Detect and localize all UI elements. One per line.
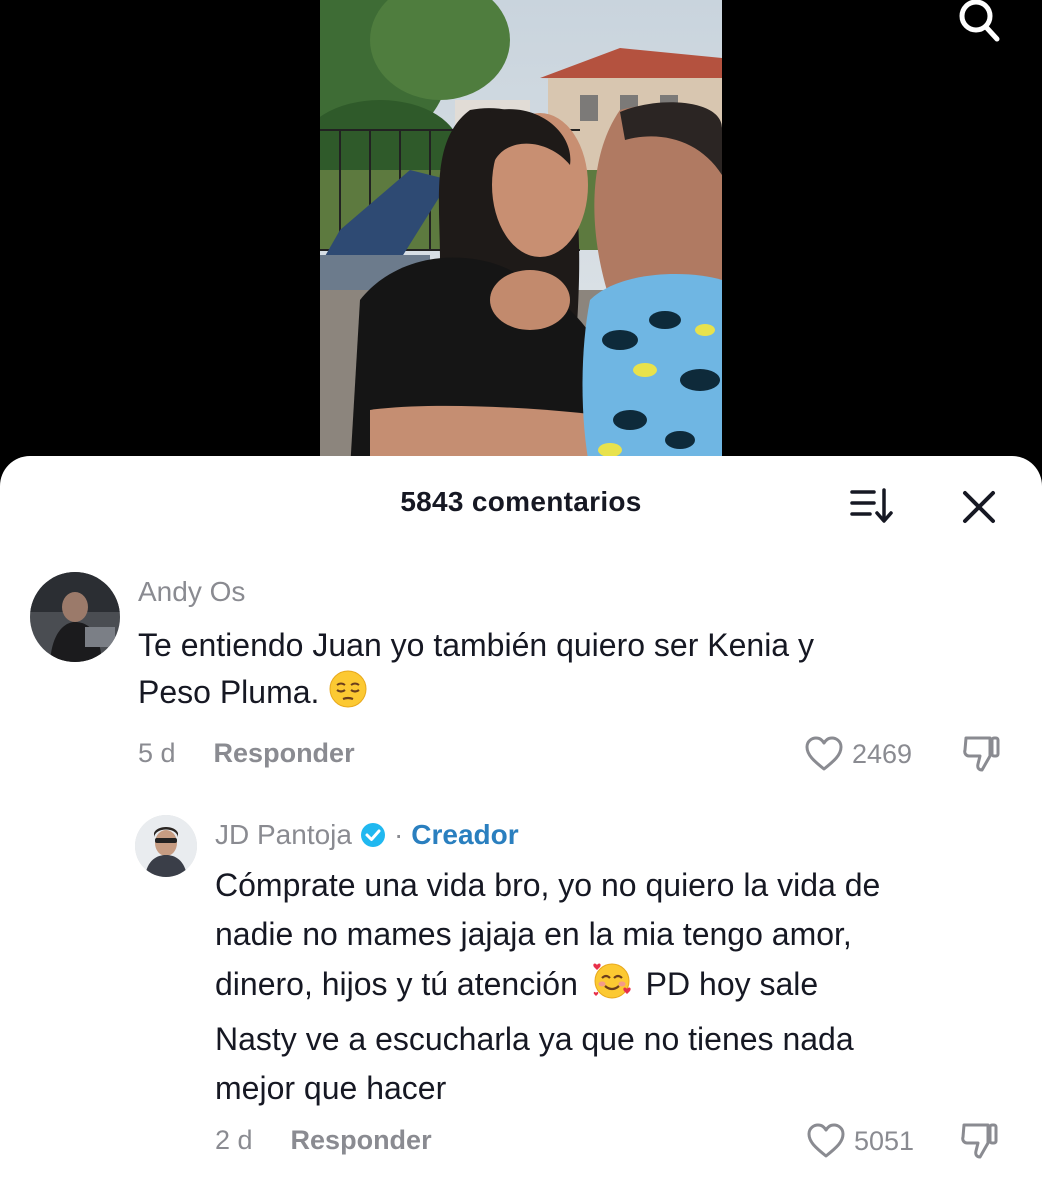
thumbs-down-icon — [963, 736, 1000, 772]
verified-check-icon — [360, 822, 386, 848]
comment-text-line: Peso Pluma. — [138, 669, 1018, 722]
search-icon — [959, 0, 1000, 42]
video-thumbnail[interactable] — [320, 0, 722, 470]
reply-button[interactable]: Responder — [291, 1125, 432, 1155]
comment-username[interactable]: JD Pantoja — [215, 819, 352, 851]
avatar[interactable] — [135, 815, 197, 877]
comment-text-segment: dinero, hijos y tú atención — [215, 966, 578, 1002]
comment-text-line: Te entiendo Juan yo también quiero ser K… — [138, 627, 814, 663]
comment-text-line: Nasty ve a escucharla ya que no tienes n… — [215, 1021, 854, 1057]
dislike-button[interactable] — [960, 732, 1004, 774]
comment-age: 5 d — [138, 738, 176, 768]
comment-text: Te entiendo Juan yo también quiero ser K… — [138, 622, 1018, 722]
comment-text-line: dinero, hijos y tú atención PD hoy sale — [215, 959, 1015, 1015]
creator-badge: Creador — [411, 819, 519, 850]
like-count: 2469 — [852, 738, 913, 769]
heart-outline-icon — [805, 736, 843, 771]
separator-dot: · — [393, 819, 404, 850]
dislike-button[interactable] — [958, 1119, 1002, 1161]
video-player[interactable] — [0, 0, 1042, 470]
comment-text: Cómprate una vida bro, yo no quiero la v… — [215, 861, 1015, 1113]
comments-sheet: 5843 comentarios Andy Os Te entiendo Jua… — [0, 456, 1042, 1200]
avatar-image — [30, 572, 120, 662]
sort-button[interactable] — [848, 486, 896, 526]
heart-outline-icon — [807, 1123, 845, 1158]
comment-username-row: JD Pantoja · Creador — [215, 819, 519, 851]
comment-age: 2 d — [215, 1125, 253, 1155]
comments-header: 5843 comentarios — [0, 456, 1042, 552]
avatar[interactable] — [30, 572, 120, 662]
like-button[interactable]: 5051 — [806, 1121, 914, 1161]
thumbs-down-icon — [961, 1123, 998, 1159]
comment-text-line: Cómprate una vida bro, yo no quiero la v… — [215, 867, 881, 903]
pensive-face-icon — [328, 669, 368, 722]
like-count: 5051 — [854, 1125, 915, 1156]
search-button[interactable] — [954, 0, 1004, 44]
comment-text-segment: Peso Pluma. — [138, 674, 320, 710]
comment-item: Andy Os Te entiendo Juan yo también quie… — [0, 566, 1042, 806]
comment-meta: 2 d Responder — [215, 1125, 432, 1156]
close-button[interactable] — [958, 486, 1000, 528]
comment-text-line: mejor que hacer — [215, 1070, 447, 1106]
avatar-image — [135, 815, 197, 877]
comment-text-line: nadie no mames jajaja en la mia tengo am… — [215, 916, 852, 952]
reply-button[interactable]: Responder — [214, 738, 355, 768]
video-image — [320, 0, 722, 470]
close-icon — [963, 491, 995, 523]
comment-reply-item: JD Pantoja · Creador Cómprate una vida b… — [0, 811, 1042, 1200]
comment-username[interactable]: Andy Os — [138, 576, 245, 608]
smiling-face-with-hearts-icon — [591, 959, 633, 1015]
comment-text-segment: PD hoy sale — [645, 966, 819, 1002]
comment-meta: 5 d Responder — [138, 738, 355, 769]
like-button[interactable]: 2469 — [804, 734, 912, 774]
sort-icon — [850, 488, 893, 523]
